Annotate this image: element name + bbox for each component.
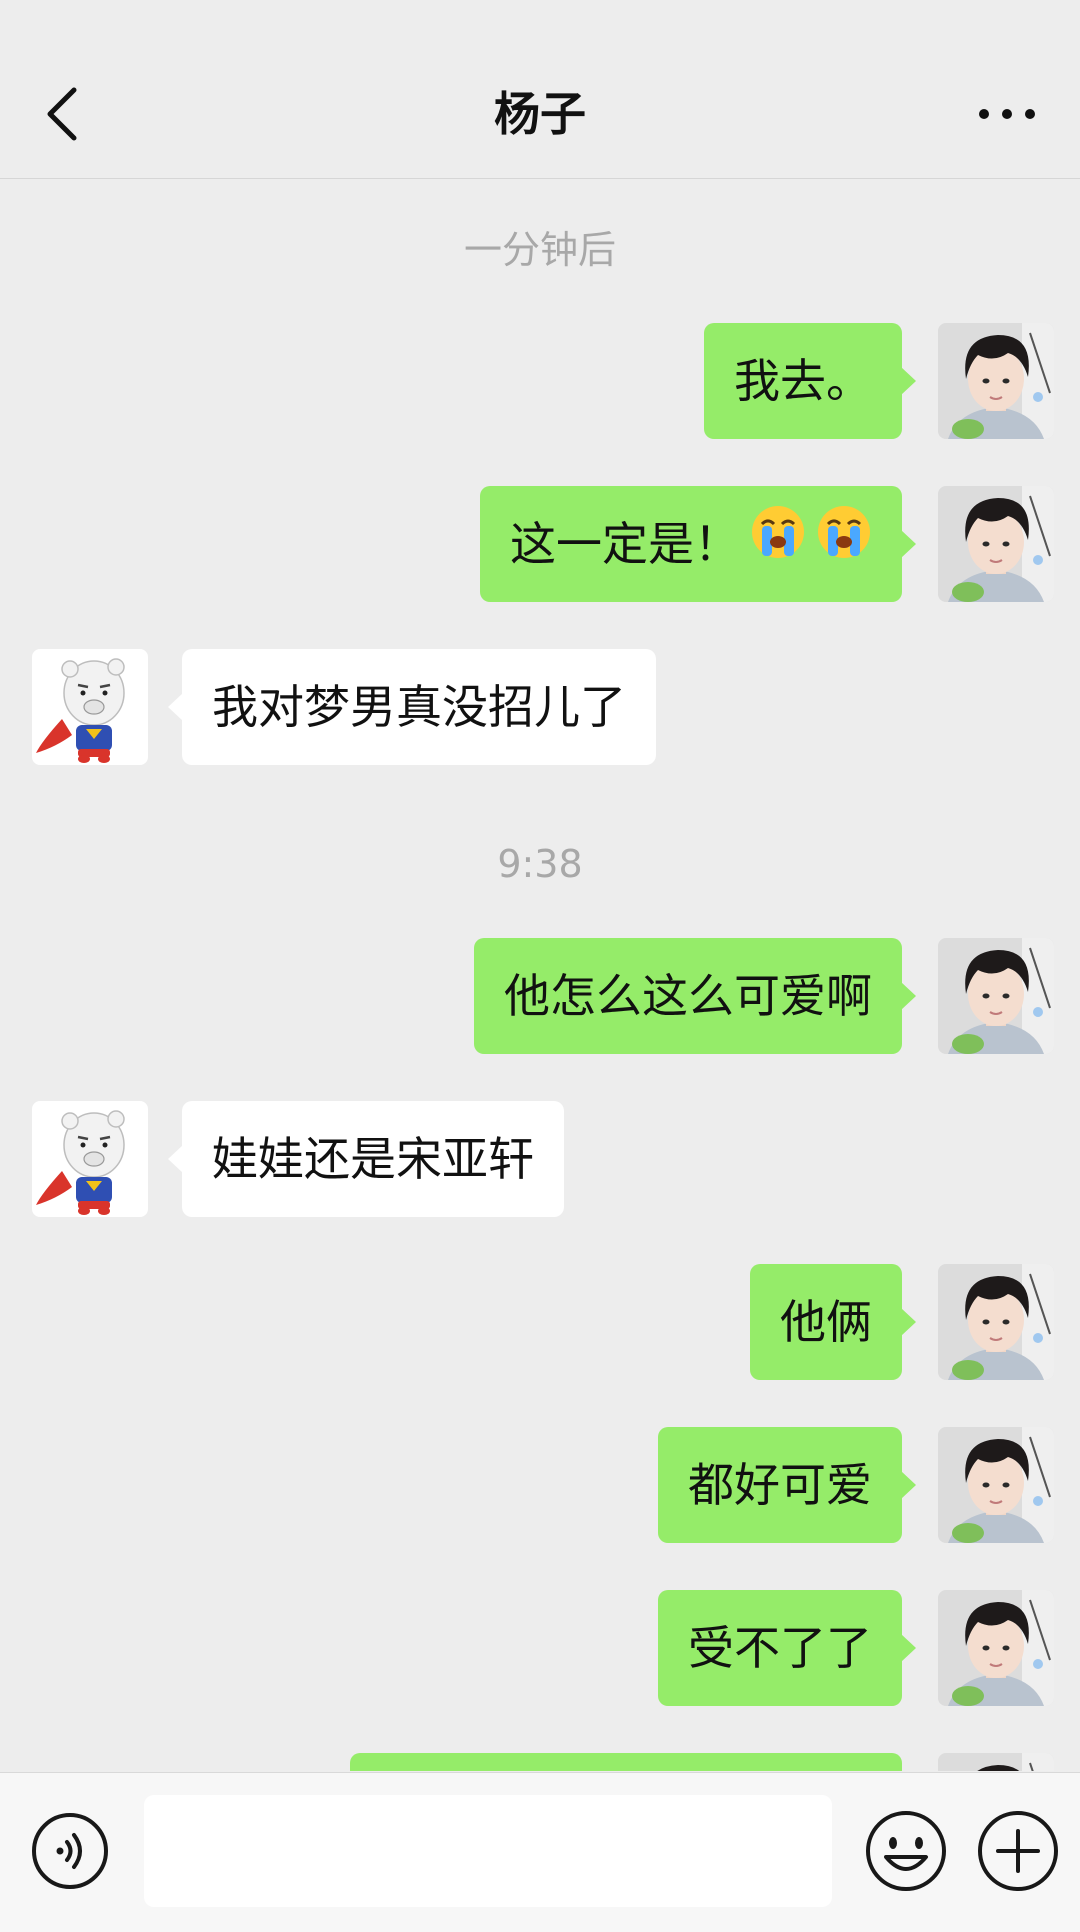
message-bubble[interactable]: 娃娃还是宋亚轩	[168, 1101, 564, 1217]
boy-avatar[interactable]	[938, 938, 1054, 1054]
timestamp: 9:38	[497, 842, 583, 886]
plus-button[interactable]	[976, 1809, 1060, 1893]
plus-circle-icon	[978, 1811, 1058, 1891]
message-bubble[interactable]: 都好可爱	[658, 1427, 916, 1543]
message-row-received: 娃娃还是宋亚轩	[0, 1101, 1080, 1219]
pig-superman-avatar[interactable]	[32, 1101, 148, 1217]
boy-avatar[interactable]	[938, 486, 1054, 602]
message-bubble[interactable]	[350, 1753, 902, 1771]
boy-avatar[interactable]	[938, 1427, 1054, 1543]
message-bubble[interactable]: 他怎么这么可爱啊	[474, 938, 916, 1054]
voice-button[interactable]	[30, 1811, 110, 1891]
message-row-sent: 都好可爱	[0, 1427, 1080, 1545]
loudly-crying-face-icon	[816, 486, 872, 602]
message-row-sent: 受不了了	[0, 1590, 1080, 1708]
chat-title: 杨子	[494, 87, 586, 141]
smiley-icon	[866, 1811, 946, 1891]
message-row-sent: 这一定是！	[0, 486, 1080, 604]
emoji-button[interactable]	[864, 1809, 948, 1893]
message-bubble[interactable]: 受不了了	[658, 1590, 916, 1706]
message-text: 这一定是！	[510, 517, 740, 571]
chat-screen: 杨子 一分钟后 我去。 这一定是！ 我对梦男真没招儿了 9:38 他怎么这么可爱…	[0, 0, 1080, 1932]
message-row-sent: 我去。	[0, 323, 1080, 441]
message-bubble[interactable]: 他俩	[750, 1264, 916, 1380]
message-row-sent: 他俩	[0, 1264, 1080, 1382]
message-bubble[interactable]: 我对梦男真没招儿了	[168, 649, 656, 765]
message-list[interactable]: 一分钟后 我去。 这一定是！ 我对梦男真没招儿了 9:38 他怎么这么可爱啊 娃…	[0, 179, 1080, 1771]
boy-avatar[interactable]	[938, 1264, 1054, 1380]
voice-icon	[32, 1813, 108, 1889]
message-row-received: 我对梦男真没招儿了	[0, 649, 1080, 767]
chat-header: 杨子	[0, 0, 1080, 179]
message-bubble[interactable]: 这一定是！	[480, 486, 916, 602]
message-row-sent	[0, 1753, 1080, 1771]
timestamp: 一分钟后	[463, 228, 616, 272]
ellipsis-icon	[979, 109, 1035, 119]
input-bar	[0, 1772, 1080, 1932]
loudly-crying-face-icon	[750, 486, 806, 602]
more-button[interactable]	[974, 90, 1040, 138]
message-input[interactable]	[144, 1795, 832, 1907]
boy-avatar[interactable]	[938, 323, 1054, 439]
message-row-sent: 他怎么这么可爱啊	[0, 938, 1080, 1056]
boy-avatar[interactable]	[938, 1753, 1054, 1771]
boy-avatar[interactable]	[938, 1590, 1054, 1706]
pig-superman-avatar[interactable]	[32, 649, 148, 765]
message-bubble[interactable]: 我去。	[704, 323, 916, 439]
